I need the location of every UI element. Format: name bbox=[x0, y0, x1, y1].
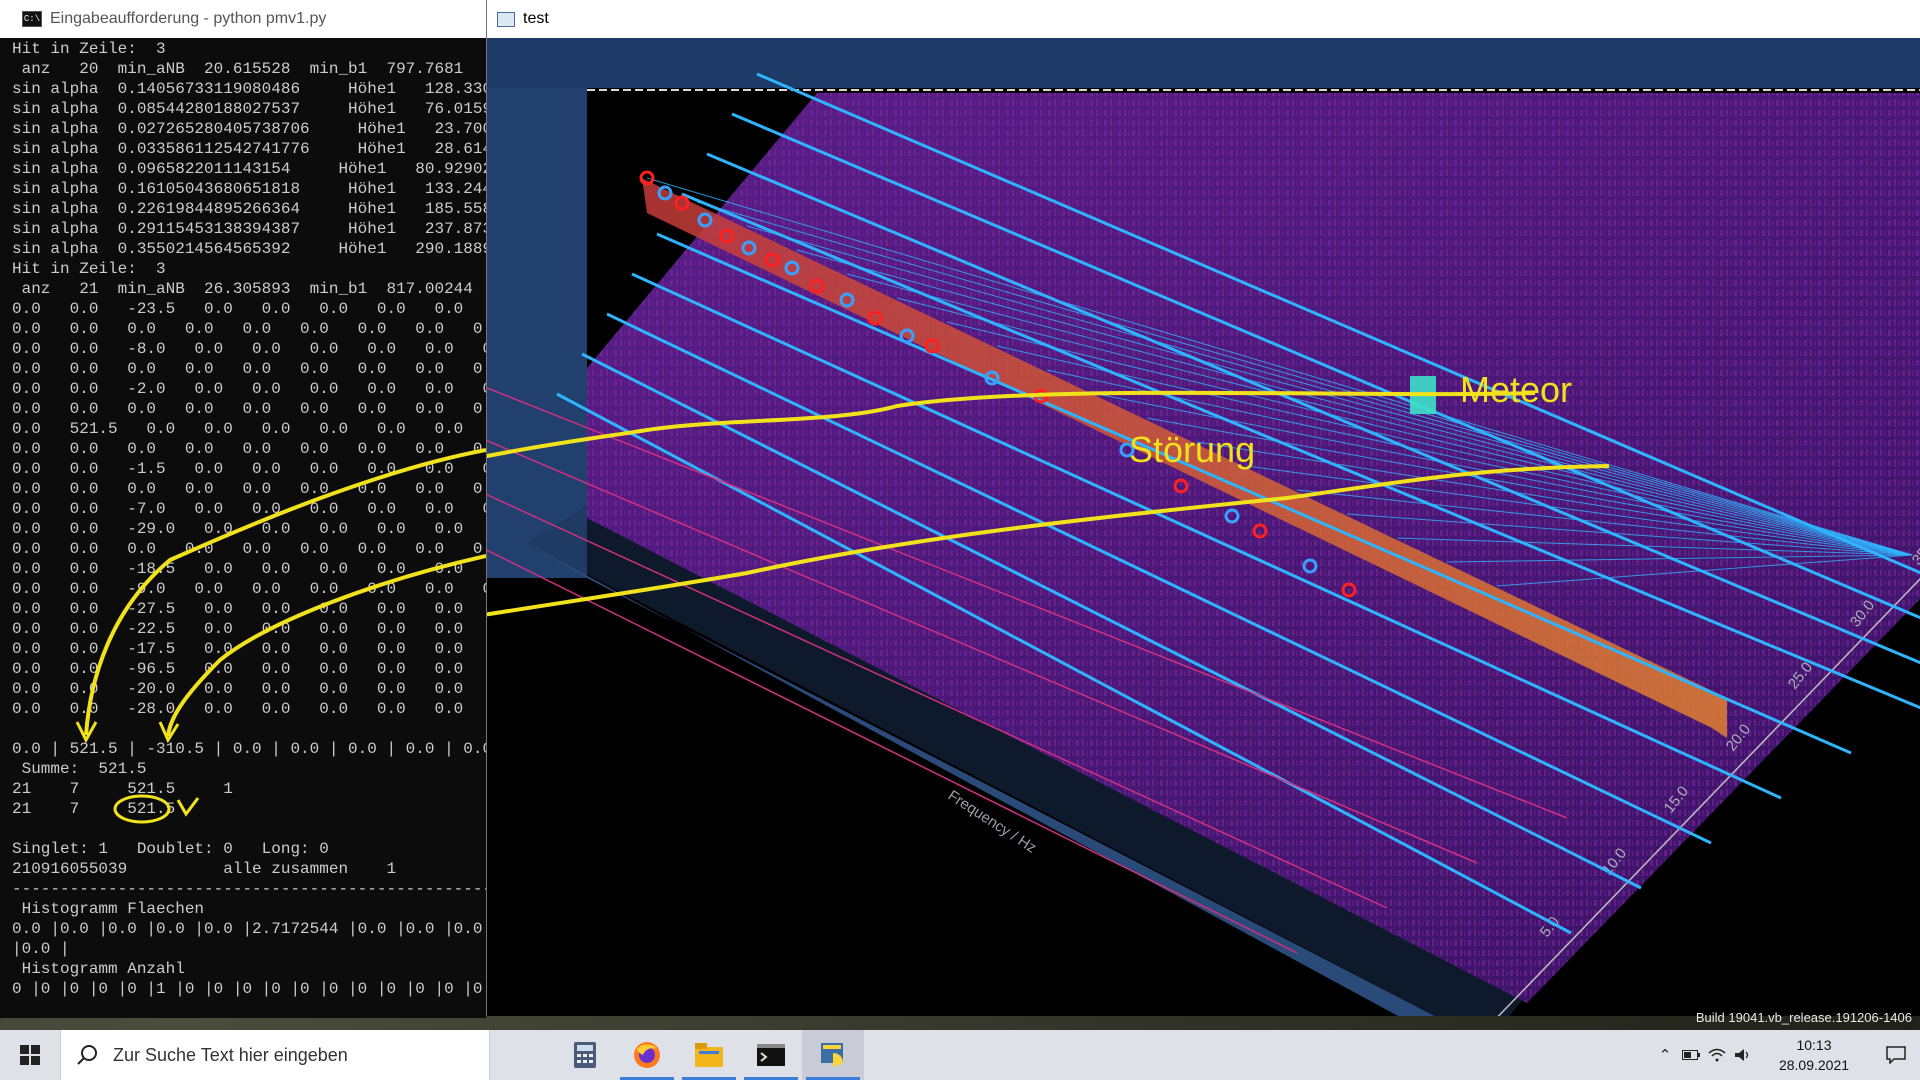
console-line: anz 20 min_aNB 20.615528 min_b1 797.7681… bbox=[12, 60, 487, 78]
console-line: 0.0 0.0 -23.5 0.0 0.0 0.0 0.0 0.0 0. bbox=[12, 300, 487, 318]
console-line: sin alpha 0.0965822011143154 Höhe1 80.92… bbox=[12, 160, 487, 178]
speaker-icon[interactable] bbox=[1730, 1030, 1756, 1080]
console-line: 0.0 0.0 -7.0 0.0 0.0 0.0 0.0 0.0 0. bbox=[12, 500, 487, 518]
console-line: sin alpha 0.033586112542741776 Höhe1 28.… bbox=[12, 140, 487, 158]
clock[interactable]: 10:13 28.09.2021 bbox=[1766, 1035, 1862, 1075]
console-titlebar[interactable]: C:\ Eingabeaufforderung - python pmv1.py bbox=[0, 0, 486, 38]
python-icon bbox=[821, 1043, 843, 1067]
console-output: Hit in Zeile: 3 anz 20 min_aNB 20.615528… bbox=[12, 39, 486, 1018]
console-line: 0.0 0.0 -22.5 0.0 0.0 0.0 0.0 0.0 0. bbox=[12, 620, 487, 638]
console-line: 0.0 | 521.5 | -310.5 | 0.0 | 0.0 | 0.0 |… bbox=[12, 740, 487, 758]
battery-icon[interactable] bbox=[1678, 1030, 1704, 1080]
console-line: 0.0 0.0 -17.5 0.0 0.0 0.0 0.0 0.0 0. bbox=[12, 640, 487, 658]
console-line: Hit in Zeile: 3 bbox=[12, 40, 166, 58]
console-line: 0.0 0.0 -8.0 0.0 0.0 0.0 0.0 0.0 0. bbox=[12, 340, 487, 358]
test-window-title: test bbox=[523, 10, 549, 27]
console-line: |0.0 | bbox=[12, 940, 70, 958]
console-line: 21 7 521.5 bbox=[12, 800, 176, 818]
console-line: ----------------------------------------… bbox=[12, 880, 486, 898]
console-line: sin alpha 0.29115453138394387 Höhe1 237.… bbox=[12, 220, 487, 238]
console-line: 0.0 0.0 -27.5 0.0 0.0 0.0 0.0 0.0 0. bbox=[12, 600, 487, 618]
console-line: 0.0 0.0 -9.0 0.0 0.0 0.0 0.0 0.0 0. bbox=[12, 580, 487, 598]
console-line: sin alpha 0.14056733119080486 Höhe1 128.… bbox=[12, 80, 487, 98]
firefox-app[interactable] bbox=[616, 1030, 678, 1080]
windows-icon bbox=[20, 1045, 40, 1065]
console-line: sin alpha 0.027265280405738706 Höhe1 23.… bbox=[12, 120, 487, 138]
clock-time: 10:13 bbox=[1796, 1037, 1832, 1053]
build-watermark: Build 19041.vb_release.191206-1406 bbox=[1695, 1010, 1912, 1025]
console-line: Histogramm Flaechen bbox=[12, 900, 205, 918]
file-explorer-app[interactable] bbox=[678, 1030, 740, 1080]
console-line: 0.0 0.0 -20.0 0.0 0.0 0.0 0.0 0.0 0. bbox=[12, 680, 487, 698]
plot-backdrop-left bbox=[487, 88, 587, 578]
taskbar: Zur Suche Text hier eingeben ⌃ 10:13 28.… bbox=[0, 1030, 1920, 1080]
console-line: 0.0 0.0 -96.5 0.0 0.0 0.0 0.0 0.0 0. bbox=[12, 660, 487, 678]
console-line: 0.0 0.0 -2.0 0.0 0.0 0.0 0.0 0.0 0. bbox=[12, 380, 487, 398]
plot-backdrop-top bbox=[487, 38, 1920, 88]
window-app-icon bbox=[497, 11, 515, 27]
test-window[interactable]: test 5.0 10.0 15.0 20.0 25.0 30.0 35 Fre… bbox=[486, 0, 1920, 1016]
search-placeholder: Zur Suche Text hier eingeben bbox=[113, 1044, 348, 1065]
file-explorer-icon bbox=[695, 1043, 723, 1067]
console-line: sin alpha 0.3550214564565392 Höhe1 290.1… bbox=[12, 240, 487, 258]
search-box[interactable]: Zur Suche Text hier eingeben bbox=[60, 1030, 490, 1080]
test-titlebar[interactable]: test bbox=[487, 0, 1920, 38]
console-title: Eingabeaufforderung - python pmv1.py bbox=[50, 10, 327, 27]
console-line: 0.0 0.0 -29.0 0.0 0.0 0.0 0.0 0.0 0. bbox=[12, 520, 487, 538]
console-line: 21 7 521.5 1 bbox=[12, 780, 233, 798]
terminal-app[interactable] bbox=[740, 1030, 802, 1080]
console-line: 0 |0 |0 |0 |0 |1 |0 |0 |0 |0 |0 |0 |0 |0… bbox=[12, 980, 483, 998]
console-line: 0.0 0.0 0.0 0.0 0.0 0.0 0.0 0.0 0.0 bbox=[12, 400, 487, 418]
clock-date: 28.09.2021 bbox=[1778, 1057, 1850, 1073]
console-line: Hit in Zeile: 3 bbox=[12, 260, 166, 278]
search-icon bbox=[77, 1045, 97, 1065]
console-line: 210916055039 alle zusammen 1 bbox=[12, 860, 397, 878]
console-line: 0.0 0.0 0.0 0.0 0.0 0.0 0.0 0.0 0.0 bbox=[12, 540, 487, 558]
console-line: 0.0 0.0 0.0 0.0 0.0 0.0 0.0 0.0 0.0 bbox=[12, 320, 487, 338]
console-line: anz 21 min_aNB 26.305893 min_b1 817.0024… bbox=[12, 280, 487, 298]
console-line: Histogramm Anzahl bbox=[12, 960, 185, 978]
console-line: sin alpha 0.22619844895266364 Höhe1 185.… bbox=[12, 200, 487, 218]
chevron-up-icon[interactable]: ⌃ bbox=[1652, 1030, 1678, 1080]
console-line: sin alpha 0.16105043680651818 Höhe1 133.… bbox=[12, 180, 487, 198]
console-line: 0.0 0.0 -18.5 0.0 0.0 0.0 0.0 0.0 0. bbox=[12, 560, 487, 578]
stoerung-annotation: Störung bbox=[1129, 429, 1255, 470]
notification-icon bbox=[1886, 1046, 1906, 1064]
console-line: sin alpha 0.08544280188027537 Höhe1 76.0… bbox=[12, 100, 487, 118]
start-button[interactable] bbox=[0, 1030, 60, 1080]
console-line: Summe: 521.5 bbox=[12, 760, 147, 778]
console-app-icon: C:\ bbox=[22, 11, 42, 27]
meteor-annotation: Meteor bbox=[1460, 369, 1572, 410]
console-window[interactable]: C:\ Eingabeaufforderung - python pmv1.py… bbox=[0, 0, 487, 1018]
wifi-icon[interactable] bbox=[1704, 1030, 1730, 1080]
console-line: 0.0 521.5 0.0 0.0 0.0 0.0 0.0 0.0 0. bbox=[12, 420, 487, 438]
calculator-icon bbox=[574, 1042, 596, 1068]
console-line: 0.0 |0.0 |0.0 |0.0 |0.0 |2.7172544 |0.0 … bbox=[12, 920, 487, 938]
console-line: 0.0 0.0 0.0 0.0 0.0 0.0 0.0 0.0 0.0 bbox=[12, 360, 487, 378]
notification-button[interactable] bbox=[1872, 1030, 1920, 1080]
terminal-icon bbox=[757, 1044, 785, 1066]
console-line: Singlet: 1 Doublet: 0 Long: 0 bbox=[12, 840, 329, 858]
console-line: 0.0 0.0 0.0 0.0 0.0 0.0 0.0 0.0 0.0 bbox=[12, 440, 487, 458]
spectrogram-3d-plot: 5.010.015.020.025.030.035 Frequency / Hz… bbox=[487, 38, 1920, 1016]
firefox-icon bbox=[634, 1042, 660, 1068]
console-line: 0.0 0.0 -28.0 0.0 0.0 0.0 0.0 0.0 0. bbox=[12, 700, 487, 718]
python-app[interactable] bbox=[802, 1030, 864, 1080]
console-line: 0.0 0.0 -1.5 0.0 0.0 0.0 0.0 0.0 0. bbox=[12, 460, 487, 478]
console-line: 0.0 0.0 0.0 0.0 0.0 0.0 0.0 0.0 0.0 bbox=[12, 480, 487, 498]
calculator-app[interactable] bbox=[554, 1030, 616, 1080]
